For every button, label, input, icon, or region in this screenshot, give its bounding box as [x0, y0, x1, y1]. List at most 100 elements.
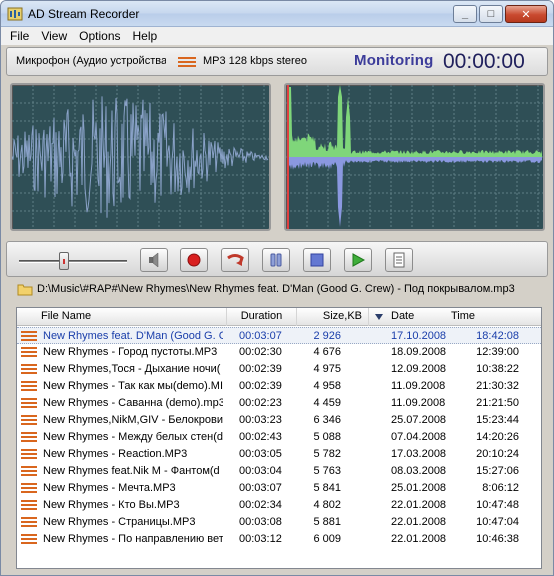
time-cell: 18:42:08	[476, 330, 519, 342]
waveform-oscilloscope	[10, 83, 271, 231]
time-cell: 15:27:06	[476, 465, 519, 477]
column-date[interactable]: Date Time	[369, 308, 541, 326]
audio-file-icon	[21, 398, 37, 408]
list-item[interactable]: New Rhymes - Страницы.MP3 00:03:08 5 881 22…	[17, 514, 541, 531]
duration-cell: 00:02:23	[239, 397, 282, 409]
loop-button[interactable]	[221, 248, 249, 272]
list-item[interactable]: New Rhymes - Reaction.MP3 00:03:05 5 782 17…	[17, 446, 541, 463]
time-cell: 21:30:32	[476, 380, 519, 392]
menu-options[interactable]: Options	[73, 29, 126, 43]
list-item[interactable]: New Rhymes,Тося - Дыхание ночи(00:02:39 4…	[17, 361, 541, 378]
duration-cell: 00:03:08	[239, 516, 282, 528]
audio-file-icon	[21, 500, 37, 510]
duration-cell: 00:02:34	[239, 499, 282, 511]
current-file-path: D:\Music\#RAP#\New Rhymes\New Rhymes fea…	[37, 283, 515, 295]
maximize-button[interactable]: □	[479, 5, 503, 23]
record-button[interactable]	[180, 248, 208, 272]
list-item[interactable]: New Rhymes - Город пустоты.MP3 00:02:30 4 …	[17, 344, 541, 361]
minimize-button[interactable]: _	[453, 5, 477, 23]
mute-button[interactable]	[140, 248, 168, 272]
maximize-icon: □	[487, 8, 495, 20]
file-name-cell: New Rhymes - Reaction.MP3	[43, 448, 188, 460]
audio-file-icon	[21, 449, 37, 459]
notes-button[interactable]	[385, 248, 413, 272]
column-size[interactable]: Size,KB	[297, 308, 369, 326]
file-name-cell: New Rhymes - Мечта.MP3	[43, 482, 176, 494]
duration-cell: 00:02:39	[239, 363, 282, 375]
date-cell: 25.07.2008	[391, 414, 447, 426]
audio-file-icon	[21, 347, 37, 357]
current-file-path-bar: D:\Music\#RAP#\New Rhymes\New Rhymes fea…	[17, 281, 547, 297]
time-cell: 8:06:12	[482, 482, 519, 494]
list-item[interactable]: New Rhymes - Так как мы(demo).MI 00:02:39…	[17, 378, 541, 395]
duration-cell: 00:03:04	[239, 465, 282, 477]
time-cell: 10:38:22	[476, 363, 519, 375]
size-cell: 5 841	[313, 482, 341, 494]
list-item[interactable]: New Rhymes - Мечта.MP3 00:03:07 5 841 25.01…	[17, 480, 541, 497]
pause-button[interactable]	[262, 248, 290, 272]
list-header: File Name Duration Size,KB Date Time	[17, 308, 541, 326]
list-item[interactable]: New Rhymes - Саванна (demo).mp3 00:02:23 4…	[17, 395, 541, 412]
audio-file-icon	[21, 483, 37, 493]
play-button[interactable]	[344, 248, 372, 272]
info-bar: Микрофон (Аудио устройства MP3 128 kbps …	[6, 47, 548, 76]
column-date-label: Date	[391, 310, 415, 322]
spectrum-analyzer	[284, 83, 545, 231]
list-item[interactable]: New Rhymes - Кто Вы.MP3 00:02:34 4 802 22.0…	[17, 497, 541, 514]
duration-cell: 00:03:05	[239, 448, 282, 460]
folder-icon	[17, 284, 33, 295]
date-cell: 17.10.2008	[391, 330, 447, 342]
menu-view[interactable]: View	[35, 29, 73, 43]
duration-cell: 00:03:07	[239, 482, 282, 494]
file-name-cell: New Rhymes - Страницы.MP3	[43, 516, 196, 528]
file-name-cell: New Rhymes - Саванна (demo).mp3	[43, 397, 223, 409]
size-cell: 5 881	[313, 516, 341, 528]
close-icon: ✕	[521, 8, 531, 21]
audio-file-icon	[21, 415, 37, 425]
audio-file-icon	[21, 466, 37, 476]
close-button[interactable]: ✕	[505, 5, 547, 23]
menu-file[interactable]: File	[1, 29, 35, 43]
title-bar[interactable]: AD Stream Recorder _ □ ✕	[1, 1, 553, 27]
spectrum-lower	[288, 157, 542, 227]
sort-descending-icon	[375, 314, 383, 320]
file-name-cell: New Rhymes - Между белых стен(d	[43, 431, 223, 443]
time-cell: 12:39:00	[476, 346, 519, 358]
size-cell: 4 802	[313, 499, 341, 511]
list-item[interactable]: New Rhymes - Между белых стен(d 00:02:43 5…	[17, 429, 541, 446]
time-cell: 10:47:48	[476, 499, 519, 511]
volume-slider-thumb[interactable]	[59, 252, 70, 270]
list-item[interactable]: New Rhymes feat.Nik M - Фантом(d 00:03:04…	[17, 463, 541, 480]
list-item[interactable]: New Rhymes feat. D'Man (Good G. C 00:03:0…	[17, 327, 541, 344]
date-cell: 11.09.2008	[391, 397, 446, 409]
status-label: Monitoring	[354, 52, 434, 69]
speaker-icon	[149, 252, 159, 268]
size-cell: 4 975	[313, 363, 341, 375]
column-file-name[interactable]: File Name	[17, 308, 227, 326]
size-cell: 2 926	[313, 330, 341, 342]
control-panel	[6, 241, 548, 277]
list-item[interactable]: New Rhymes,NikM,GIV - Белокрови 00:03:23 6…	[17, 412, 541, 429]
duration-cell: 00:02:30	[239, 346, 282, 358]
menu-bar: File View Options Help	[1, 27, 553, 45]
app-window: AD Stream Recorder _ □ ✕ File View Optio…	[0, 0, 554, 576]
size-cell: 5 088	[313, 431, 341, 443]
list-item[interactable]: New Rhymes - По направлению вет 00:03:12 6…	[17, 531, 541, 548]
duration-cell: 00:02:39	[239, 380, 282, 392]
input-device[interactable]: Микрофон (Аудио устройства	[16, 55, 166, 67]
volume-slider-track[interactable]	[19, 260, 127, 263]
date-cell: 22.01.2008	[391, 499, 447, 511]
audio-file-icon	[21, 432, 37, 442]
menu-help[interactable]: Help	[127, 29, 164, 43]
date-cell: 11.09.2008	[391, 380, 446, 392]
file-name-cell: New Rhymes - Кто Вы.MP3	[43, 499, 180, 511]
encoding-format[interactable]: MP3 128 kbps stereo	[203, 55, 307, 67]
time-cell: 10:47:04	[476, 516, 519, 528]
record-icon	[187, 253, 201, 267]
size-cell: 4 958	[313, 380, 341, 392]
file-name-cell: New Rhymes - По направлению вет	[43, 533, 223, 545]
list-rows: New Rhymes feat. D'Man (Good G. C 00:03:0…	[17, 327, 541, 548]
stop-button[interactable]	[303, 248, 331, 272]
size-cell: 5 763	[313, 465, 341, 477]
column-duration[interactable]: Duration	[227, 308, 297, 326]
